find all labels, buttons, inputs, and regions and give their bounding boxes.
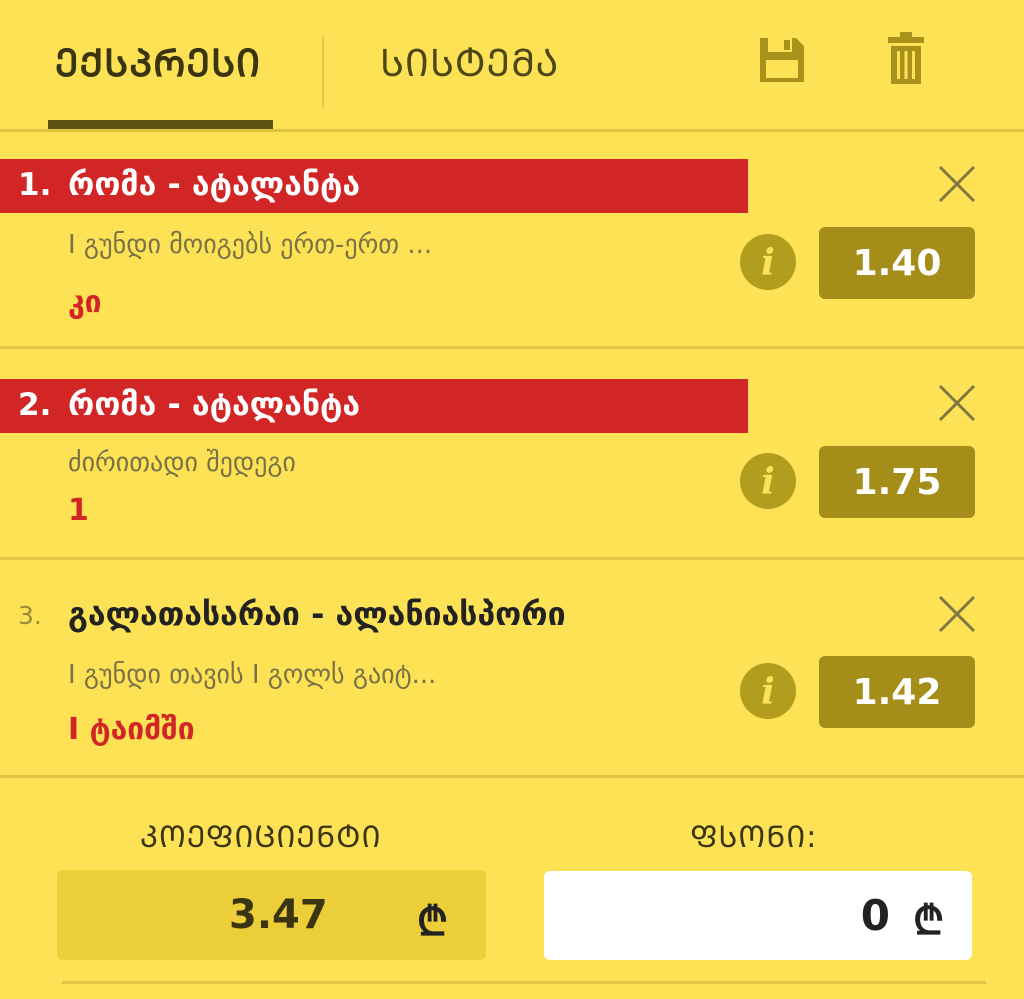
bet-selection: კი <box>68 285 102 320</box>
odds-button[interactable]: 1.40 <box>819 227 975 299</box>
coefficient-label: ᲙᲝᲔᲤᲘᲪᲘᲔᲜᲢᲘ <box>140 820 382 855</box>
bet-title-bar: 1. რომა - ატალანტა <box>0 159 748 213</box>
header-divider <box>0 129 1024 132</box>
bet-market: I გუნდი მოიგებს ერთ-ერთ ... <box>68 230 433 260</box>
bet-number: 2. <box>18 387 52 423</box>
save-icon[interactable] <box>758 36 806 84</box>
tab-divider <box>322 36 324 108</box>
coefficient-display: 3.47 ₾ <box>57 870 486 960</box>
svg-text:i: i <box>761 242 775 284</box>
coefficient-value: 3.47 <box>229 892 328 938</box>
bet-match: რომა - ატალანტა <box>68 165 361 203</box>
bet-number: 1. <box>18 167 52 203</box>
bet-title-bar: 2. რომა - ატალანტა <box>0 379 748 433</box>
row-divider <box>0 557 1024 560</box>
bet-market: ძირითადი შედეგი <box>68 448 296 478</box>
odds-button[interactable]: 1.42 <box>819 656 975 728</box>
info-icon[interactable]: i <box>739 662 797 720</box>
footer-divider <box>62 981 986 984</box>
trash-icon[interactable] <box>888 32 924 84</box>
bet-market: I გუნდი თავის I გოლს გაიტ... <box>68 660 437 690</box>
bet-match: გალათასარაი - ალანიასპორი <box>68 595 566 633</box>
info-icon[interactable]: i <box>739 452 797 510</box>
lari-icon: ₾ <box>913 898 944 944</box>
stake-input[interactable]: 0 ₾ <box>544 871 972 960</box>
row-divider <box>0 346 1024 349</box>
tab-express[interactable]: ᲔᲥᲡᲞᲠᲔᲡᲘ <box>55 36 261 88</box>
tab-system[interactable]: ᲡᲘᲡᲢᲔᲛᲐ <box>380 36 559 88</box>
lari-icon: ₾ <box>417 899 448 945</box>
stake-value[interactable]: 0 <box>861 891 890 940</box>
close-icon[interactable] <box>937 164 977 204</box>
close-icon[interactable] <box>937 383 977 423</box>
info-icon[interactable]: i <box>739 233 797 291</box>
bet-match: რომა - ატალანტა <box>68 385 361 423</box>
row-divider <box>0 775 1024 778</box>
svg-text:i: i <box>761 671 775 713</box>
bet-title-bar: 3. გალათასარაი - ალანიასპორი <box>0 589 748 643</box>
bet-number: 3. <box>18 601 42 630</box>
odds-button[interactable]: 1.75 <box>819 446 975 518</box>
bet-selection: I ტაიმში <box>68 712 195 747</box>
bet-selection: 1 <box>68 493 89 528</box>
stake-label: ᲤᲡᲝᲜᲘ: <box>690 820 818 855</box>
svg-text:i: i <box>761 461 775 503</box>
close-icon[interactable] <box>937 594 977 634</box>
